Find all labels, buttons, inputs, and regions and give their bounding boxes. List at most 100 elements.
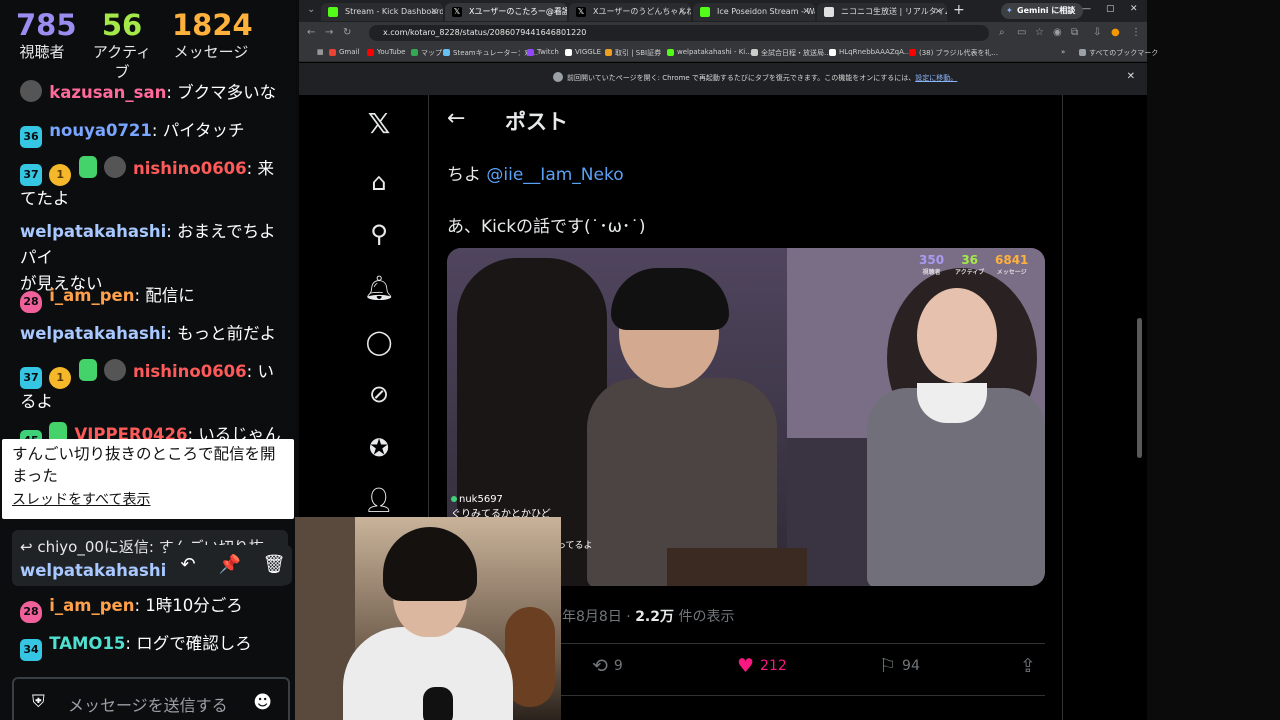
restore-infobar: 前回開いていたページを開く: Chrome で再起動するたびにタブを復元できます… (299, 63, 1147, 95)
bookmark-label: HLqRnebbAAAZqA... (839, 48, 911, 56)
reply-arrow-icon: ↩ (20, 538, 33, 556)
show-thread-link[interactable]: スレッドをすべて表示 (12, 489, 284, 509)
tab-x-udon[interactable]: 𝕏 Xユーザーのうどんちゃんねるさん「可 ✕ (569, 3, 691, 21)
close-icon[interactable]: ✕ (554, 3, 562, 21)
reply-icon[interactable]: ↶ (176, 553, 200, 577)
shield-icon[interactable]: ⛨ (32, 692, 50, 712)
apps-icon[interactable]: ▦ (307, 48, 324, 56)
bookmark-item[interactable]: 全試合日程・放送局... (751, 48, 831, 58)
back-icon[interactable]: ← (307, 27, 315, 38)
bookmark-star-icon[interactable]: ☆ (1035, 27, 1044, 38)
thread-popup: すんごい切り抜きのところで配信を開まった スレッドをすべて表示 (2, 439, 294, 519)
retweet-icon: ⟲ (592, 655, 608, 677)
mention-link[interactable]: @iie__Iam_Neko (486, 165, 623, 185)
heart-icon: ♥ (737, 655, 755, 677)
like-count: 212 (760, 658, 787, 674)
verified-icon[interactable]: ✪ (354, 430, 404, 466)
overlay-stat: 6841 メッセージ (995, 253, 1028, 276)
home-icon[interactable]: ⌂ (354, 164, 404, 200)
cast-icon[interactable]: ▭ (1017, 27, 1026, 38)
chat-username[interactable]: nouya0721 (49, 121, 152, 140)
puzzle-icon[interactable]: ⧉ (1071, 27, 1078, 38)
scrollbar[interactable] (1137, 318, 1142, 458)
stream-stats: 785 視聴者 56 アクティブ 1824 メッセージ (0, 8, 296, 81)
bookmark-item[interactable]: HLqRnebbAAAZqA... (829, 48, 910, 56)
messages-icon[interactable]: ◯ (354, 324, 404, 360)
menu-kebab-icon[interactable]: ⋮ (1131, 27, 1141, 38)
extension-icon[interactable]: ◉ (1053, 27, 1062, 38)
tab-ice-poseidon[interactable]: Ice Poseidon Stream - Watch Li ✕ (693, 3, 815, 21)
bookmark-item[interactable]: Steamキュレーター：欢... (443, 48, 538, 58)
overlay-value: 6841 (995, 253, 1029, 267)
new-tab-icon[interactable]: + (953, 2, 965, 18)
retweet-button[interactable]: ⟲ 9 (592, 655, 623, 677)
forward-icon[interactable]: → (325, 27, 333, 38)
chat-username[interactable]: TAMO15 (49, 634, 125, 653)
chat-input[interactable]: ⛨ メッセージを送信する ☻ (12, 677, 290, 720)
minimize-icon[interactable]: — (1082, 4, 1091, 14)
downloads-icon[interactable]: ⇩ (1093, 27, 1101, 38)
settings-link[interactable]: 設定に移動。 (915, 74, 957, 82)
reload-icon[interactable]: ↻ (343, 27, 351, 38)
bookmark-item[interactable]: Twitch (527, 48, 559, 56)
close-icon[interactable]: ✕ (802, 3, 810, 21)
bookmark-item[interactable]: Gmail (329, 48, 359, 56)
chat-message: 36 nouya0721: パイタッチ (20, 118, 288, 148)
chat-username[interactable]: i_am_pen (49, 596, 134, 615)
bookmark-button[interactable]: ⚐ 94 (879, 655, 920, 677)
share-button[interactable]: ⇪ (1020, 655, 1042, 677)
post-date[interactable]: 年8月8日 (562, 609, 622, 625)
chat-username[interactable]: kazusan_san (49, 83, 166, 102)
kick-favicon-icon (700, 7, 710, 17)
view-label: 件の表示 (678, 609, 735, 625)
emoji-icon[interactable]: ☻ (253, 692, 272, 713)
grok-icon[interactable]: ⊘ (354, 376, 404, 412)
subscriber-badge-icon: 37 (20, 164, 42, 186)
pin-icon[interactable]: 📌 (218, 553, 242, 577)
close-icon[interactable]: ✕ (678, 3, 686, 21)
search-icon[interactable]: ⚲ (354, 216, 404, 252)
like-button[interactable]: ♥ 212 (737, 655, 787, 677)
chat-username[interactable]: welpatakahashi (20, 222, 166, 241)
bookmark-label: YouTube (377, 48, 406, 56)
screen: 785 視聴者 56 アクティブ 1824 メッセージ kazusan_san:… (0, 0, 1280, 720)
chat-text: : い (246, 362, 274, 381)
profile-avatar-icon[interactable]: ● (1111, 27, 1120, 38)
tab-search-icon[interactable]: ⌄ (307, 4, 315, 15)
notifications-icon[interactable]: 🔔︎ (354, 270, 404, 306)
infobar-text: 前回開いていたページを開く: Chrome で再起動するたびにタブを復元できます… (567, 73, 957, 83)
close-icon[interactable]: ✕ (934, 3, 942, 21)
chat-username[interactable]: welpatakahashi (20, 561, 166, 580)
bookmark-item[interactable]: (38) ブラジル代表を礼... (909, 48, 998, 58)
profile-icon[interactable]: 👤︎ (354, 482, 404, 518)
gemini-button[interactable]: ✦ Gemini に相談 (1001, 3, 1084, 19)
delete-icon[interactable]: 🗑 (262, 553, 286, 577)
gift-icon (78, 156, 97, 178)
close-icon[interactable]: ✕ (1127, 71, 1135, 82)
tab-niconico[interactable]: ニコニコ生放送 | リアルタイムランキ ✕ (817, 3, 947, 21)
tab-kick-dashboard[interactable]: Stream - Kick Dashboard ✕ (321, 3, 443, 21)
zoom-icon[interactable]: ⌕ (999, 27, 1005, 38)
bookmark-item[interactable]: VIGGLE (565, 48, 601, 56)
bookmark-item[interactable]: マップ (411, 48, 442, 58)
overlay-label: メッセージ (996, 269, 1027, 276)
bookmark-label: 全試合日程・放送局... (761, 49, 831, 57)
chat-username[interactable]: nishino0606 (133, 362, 247, 381)
tab-x-post[interactable]: 𝕏 Xユーザーのこたろー@看護師@ ✕ (445, 3, 567, 21)
bookmark-item: » (1061, 48, 1066, 56)
bookmark-item[interactable]: YouTube (367, 48, 405, 56)
maximize-icon[interactable]: ▢ (1106, 4, 1115, 14)
close-icon[interactable]: ✕ (430, 3, 438, 21)
back-arrow-icon[interactable]: ← (447, 106, 465, 131)
chat-panel: 785 視聴者 56 アクティブ 1824 メッセージ kazusan_san:… (0, 0, 296, 720)
x-logo-icon[interactable]: 𝕏 (354, 106, 404, 142)
person-center-hair (611, 268, 729, 330)
chat-username[interactable]: welpatakahashi (20, 324, 166, 343)
bookmark-item[interactable]: welpatakahashi - Ki... (667, 48, 752, 56)
all-bookmarks[interactable]: すべてのブックマーク (1079, 48, 1158, 58)
url-field[interactable]: x.com/kotaro_8228/status/208607944164680… (369, 25, 989, 41)
bookmark-item[interactable]: 取引 | SBI証券 (605, 48, 661, 58)
chat-username[interactable]: nishino0606 (133, 159, 247, 178)
chat-username[interactable]: i_am_pen (49, 286, 134, 305)
window-close-icon[interactable]: ✕ (1130, 4, 1138, 14)
